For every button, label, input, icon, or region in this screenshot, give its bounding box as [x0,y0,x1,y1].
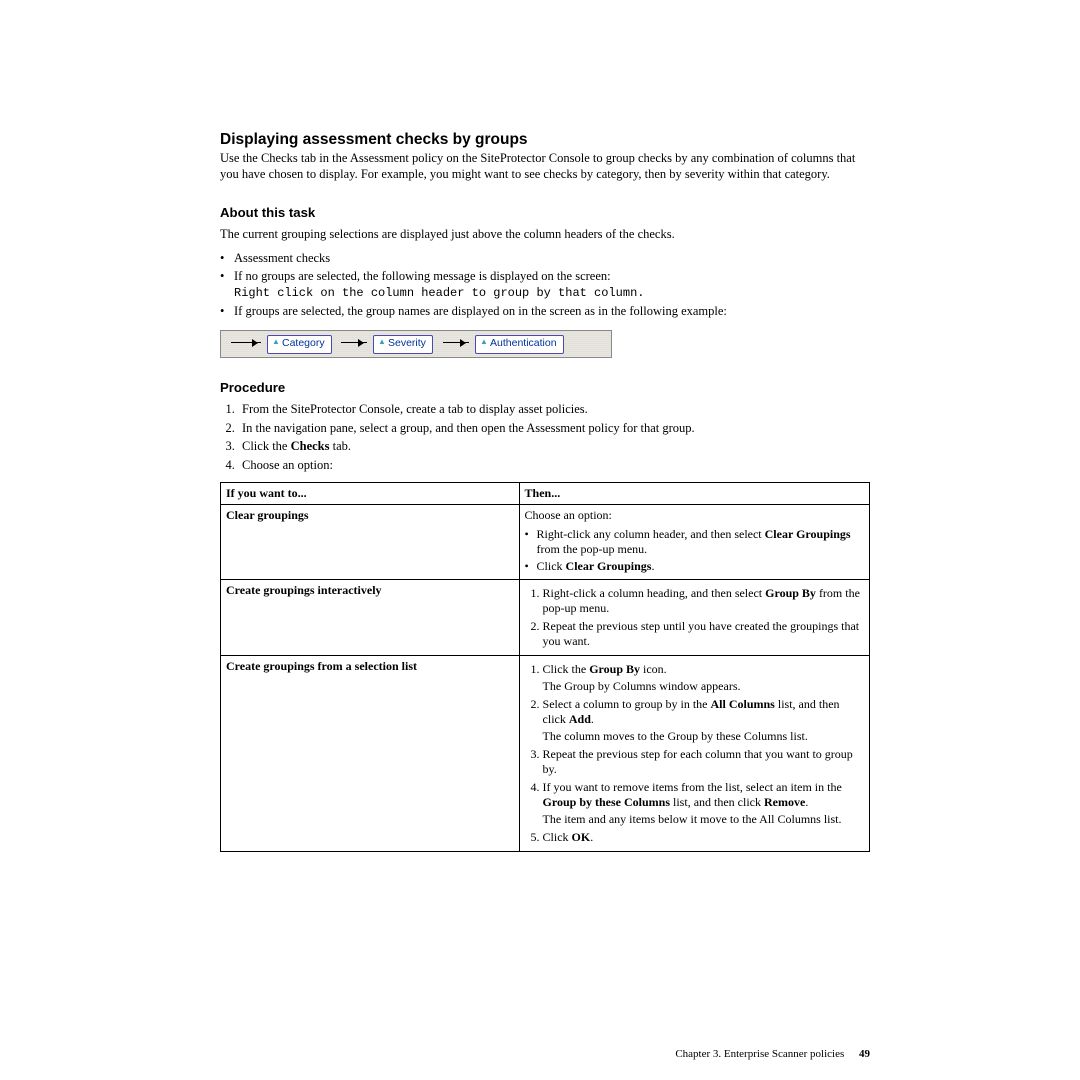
row3-step-4-sub: The item and any items below it move to … [543,812,864,827]
t: Clear Groupings [566,559,652,573]
about-lead: The current grouping selections are disp… [220,227,870,243]
step-3-pre: Click the [242,439,291,453]
row1-bullet-2: Click Clear Groupings. [525,559,864,574]
crumb-authentication: Authentication [475,335,564,354]
t: OK [572,830,591,844]
t: All Columns [711,697,775,711]
row2-step-1: Right-click a column heading, and then s… [543,586,864,616]
row3-step-1-sub: The Group by Columns window appears. [543,679,864,694]
step-3-bold: Checks [291,439,330,453]
grouping-breadcrumb-example: Category Severity Authentication [220,330,612,358]
options-table: If you want to... Then... Clear grouping… [220,482,870,852]
row2-step-2: Repeat the previous step until you have … [543,619,864,649]
t: list, and then click [670,795,764,809]
t: If you want to remove items from the lis… [543,780,842,794]
row3-content: Click the Group By icon. The Group by Co… [519,655,869,851]
about-bullet-list: Assessment checks If no groups are selec… [220,251,870,320]
about-bullet-2: If no groups are selected, the following… [220,269,870,301]
table-header-if: If you want to... [221,482,520,504]
table-row: Create groupings interactively Right-cli… [221,579,870,655]
table-row: Create groupings from a selection list C… [221,655,870,851]
t: Select a column to group by in the [543,697,711,711]
arrow-icon [443,342,469,344]
procedure-step-1: From the SiteProtector Console, create a… [238,402,870,418]
row1-pre: Choose an option: [525,508,612,522]
crumb-severity: Severity [373,335,433,354]
row3-step-3: Repeat the previous step for each column… [543,747,864,777]
arrow-icon [231,342,261,344]
row2-label: Create groupings interactively [221,579,520,655]
t: . [591,712,594,726]
procedure-step-4: Choose an option: [238,458,870,474]
t: from the pop-up menu. [537,542,648,556]
about-heading: About this task [220,205,870,222]
procedure-heading: Procedure [220,380,870,397]
about-bullet-1: Assessment checks [220,251,870,267]
row3-step-2: Select a column to group by in the All C… [543,697,864,744]
t: Right-click any column header, and then … [537,527,765,541]
section-heading: Displaying assessment checks by groups [220,130,870,149]
row1-label: Clear groupings [221,504,520,579]
row3-step-4: If you want to remove items from the lis… [543,780,864,827]
arrow-icon [341,342,367,344]
t: . [805,795,808,809]
table-row: Clear groupings Choose an option: Right-… [221,504,870,579]
about-bullet-2-code: Right click on the column header to grou… [234,286,644,300]
t: . [651,559,654,573]
t: Remove [764,795,805,809]
table-header-then: Then... [519,482,869,504]
row1-content: Choose an option: Right-click any column… [519,504,869,579]
procedure-list: From the SiteProtector Console, create a… [220,402,870,474]
row3-step-5: Click OK. [543,830,864,845]
t: icon. [640,662,667,676]
row3-step-2-sub: The column moves to the Group by these C… [543,729,864,744]
intro-paragraph: Use the Checks tab in the Assessment pol… [220,151,870,182]
crumb-category: Category [267,335,332,354]
footer-page-number: 49 [859,1048,870,1060]
footer-chapter: Chapter 3. Enterprise Scanner policies [675,1048,844,1060]
t: Click [537,559,566,573]
t: Group By [765,586,816,600]
t: Group By [589,662,640,676]
procedure-step-2: In the navigation pane, select a group, … [238,421,870,437]
t: Click the [543,662,590,676]
t: Clear Groupings [765,527,851,541]
row3-label: Create groupings from a selection list [221,655,520,851]
row3-step-1: Click the Group By icon. The Group by Co… [543,662,864,694]
row1-bullet-1: Right-click any column header, and then … [525,527,864,557]
t: Group by these Columns [543,795,670,809]
row2-content: Right-click a column heading, and then s… [519,579,869,655]
t: Click [543,830,572,844]
about-bullet-3: If groups are selected, the group names … [220,304,870,320]
t: . [590,830,593,844]
procedure-step-3: Click the Checks tab. [238,439,870,455]
step-3-post: tab. [330,439,352,453]
t: Right-click a column heading, and then s… [543,586,766,600]
page-footer: Chapter 3. Enterprise Scanner policies 4… [675,1048,870,1060]
t: Add [569,712,591,726]
about-bullet-2-text: If no groups are selected, the following… [234,269,611,283]
